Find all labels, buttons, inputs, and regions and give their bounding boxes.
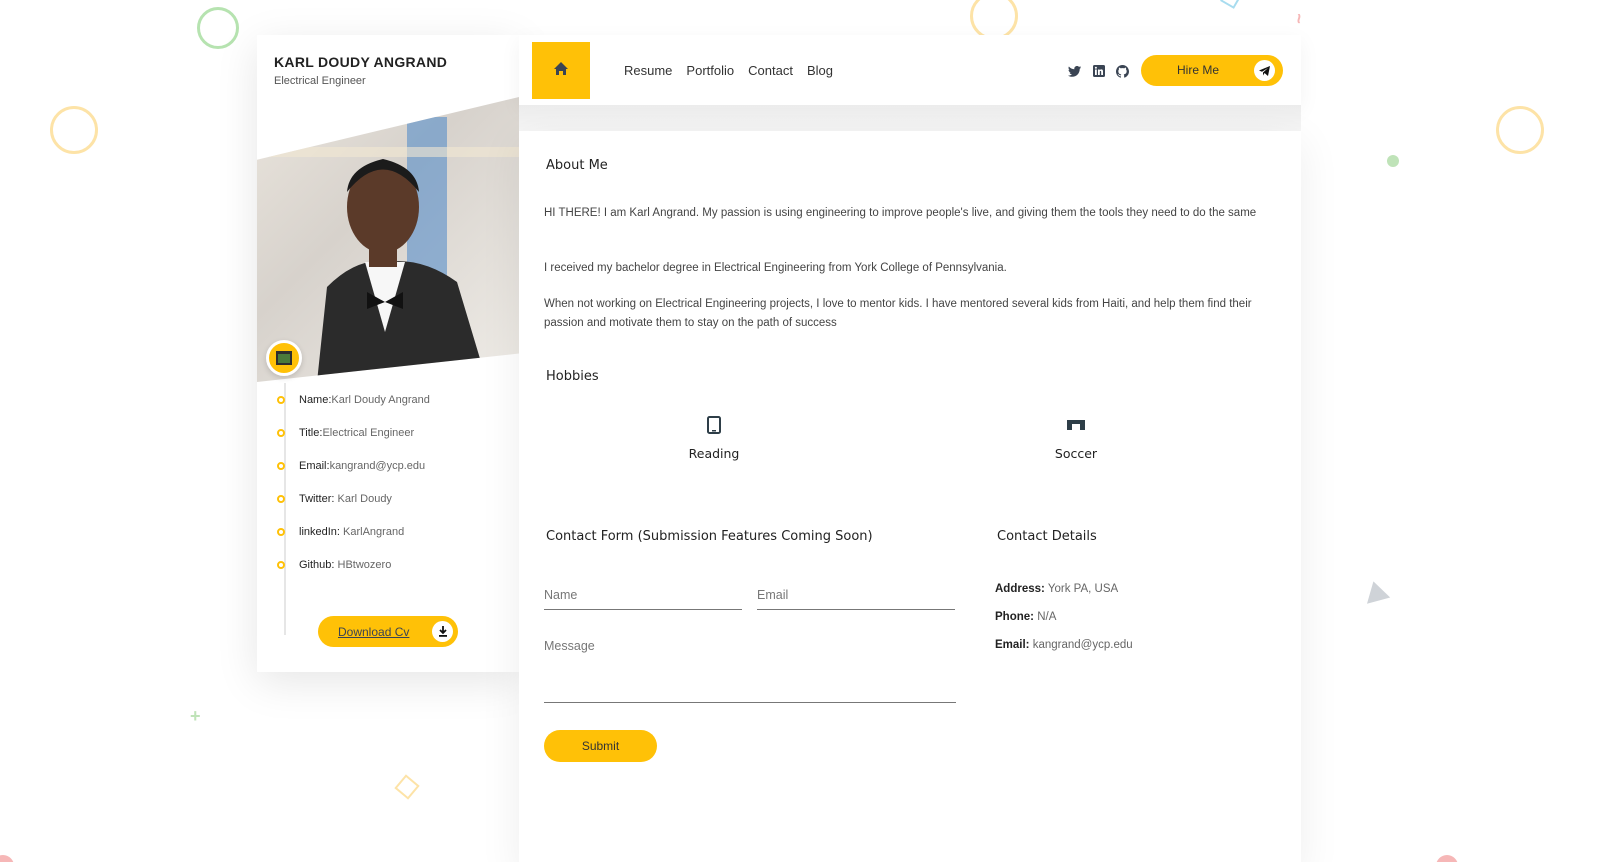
decorative-diamond <box>1220 0 1242 9</box>
message-input[interactable] <box>544 639 956 699</box>
twitter-icon[interactable] <box>1067 64 1082 78</box>
telegram-icon <box>1254 60 1275 81</box>
email-input[interactable] <box>757 588 955 602</box>
decorative-dot <box>1387 155 1399 167</box>
timeline-dot <box>277 429 285 437</box>
info-item-linkedin: linkedIn: KarlAngrand <box>277 525 430 558</box>
timeline-dot <box>277 396 285 404</box>
decorative-zigzag: ~ <box>1288 13 1309 24</box>
top-navigation: Resume Portfolio Contact Blog Hire Me <box>519 35 1301 105</box>
info-value: Karl Doudy Angrand <box>331 394 430 406</box>
profile-info-list: Name:Karl Doudy Angrand Title:Electrical… <box>277 393 430 591</box>
home-button[interactable] <box>532 42 590 99</box>
profile-card: KARL DOUDY ANGRAND Electrical Engineer N… <box>257 35 519 672</box>
info-item-github: Github: HBtwozero <box>277 558 430 591</box>
hobby-label: Reading <box>688 446 740 461</box>
about-paragraph: I received my bachelor degree in Electri… <box>544 262 1007 274</box>
address-value: York PA, USA <box>1047 583 1119 595</box>
download-icon <box>432 621 453 642</box>
hobby-soccer: Soccer <box>1016 416 1136 463</box>
main-content: About Me HI THERE! I am Karl Angrand. My… <box>519 131 1301 862</box>
contact-address: Address: York PA, USA <box>995 583 1118 595</box>
info-value: HBtwozero <box>337 559 392 571</box>
hobby-label: Soccer <box>1054 446 1098 461</box>
decorative-ring <box>970 0 1018 40</box>
info-label: linkedIn: <box>299 526 344 538</box>
info-label: Twitter: <box>299 493 338 505</box>
info-value: kangrand@ycp.edu <box>329 460 426 472</box>
about-paragraph: When not working on Electrical Engineeri… <box>544 298 1252 329</box>
goal-icon <box>1016 416 1136 439</box>
info-item-name: Name:Karl Doudy Angrand <box>277 393 430 426</box>
decorative-plus: + <box>190 706 201 726</box>
nav-links: Resume Portfolio Contact Blog <box>624 63 833 78</box>
hobby-reading: Reading <box>654 416 774 463</box>
nav-link-resume[interactable]: Resume <box>624 63 672 78</box>
decorative-triangle <box>1361 578 1391 604</box>
message-field[interactable] <box>544 639 956 703</box>
download-cv-label: Download Cv <box>338 624 410 639</box>
info-label: Title: <box>299 427 323 439</box>
info-item-twitter: Twitter: Karl Doudy <box>277 492 430 525</box>
hire-me-button[interactable]: Hire Me <box>1141 55 1283 86</box>
nav-link-contact[interactable]: Contact <box>748 63 793 78</box>
submit-button[interactable]: Submit <box>544 730 657 762</box>
email-field[interactable] <box>757 586 955 610</box>
decorative-dot <box>1436 855 1458 862</box>
phone-value: N/A <box>1037 611 1057 623</box>
calendar-icon <box>266 340 302 376</box>
info-value: KarlAngrand <box>343 526 405 538</box>
decorative-ring <box>50 106 98 154</box>
tablet-icon <box>654 416 774 439</box>
decorative-diamond <box>394 774 420 800</box>
social-links <box>1067 64 1130 78</box>
hobbies-title: Hobbies <box>546 369 599 384</box>
hire-me-label: Hire Me <box>1177 63 1220 77</box>
info-label: Email: <box>299 460 330 472</box>
nav-divider-band <box>519 105 1301 131</box>
about-paragraph: HI THERE! I am Karl Angrand. My passion … <box>544 207 1257 219</box>
email-value: kangrand@ycp.edu <box>1032 639 1133 651</box>
profile-title: Electrical Engineer <box>274 75 366 87</box>
contact-phone: Phone: N/A <box>995 611 1056 623</box>
info-label: Github: <box>299 559 338 571</box>
timeline-dot <box>277 528 285 536</box>
info-value: Karl Doudy <box>337 493 392 505</box>
info-item-email: Email:kangrand@ycp.edu <box>277 459 430 492</box>
decorative-ring <box>1496 106 1544 154</box>
nav-link-blog[interactable]: Blog <box>807 63 833 78</box>
profile-photo <box>257 97 519 382</box>
email-label: Email: <box>995 639 1030 651</box>
timeline-dot <box>277 561 285 569</box>
contact-form-title: Contact Form (Submission Features Coming… <box>546 529 873 544</box>
contact-details-title: Contact Details <box>997 529 1097 544</box>
linkedin-icon[interactable] <box>1091 64 1106 78</box>
decorative-ring <box>197 7 239 49</box>
about-title: About Me <box>546 158 608 173</box>
home-icon <box>553 61 569 81</box>
info-label: Name: <box>299 394 332 406</box>
profile-name: KARL DOUDY ANGRAND <box>274 54 448 70</box>
name-input[interactable] <box>544 588 742 602</box>
nav-link-portfolio[interactable]: Portfolio <box>686 63 734 78</box>
github-icon[interactable] <box>1115 64 1130 78</box>
info-value: Electrical Engineer <box>322 427 415 439</box>
phone-label: Phone: <box>995 611 1034 623</box>
name-field[interactable] <box>544 586 742 610</box>
decorative-dot <box>0 855 14 862</box>
timeline-dot <box>277 495 285 503</box>
info-item-title: Title:Electrical Engineer <box>277 426 430 459</box>
contact-email: Email: kangrand@ycp.edu <box>995 639 1133 651</box>
timeline-dot <box>277 462 285 470</box>
address-label: Address: <box>995 583 1045 595</box>
download-cv-button[interactable]: Download Cv <box>318 616 458 647</box>
